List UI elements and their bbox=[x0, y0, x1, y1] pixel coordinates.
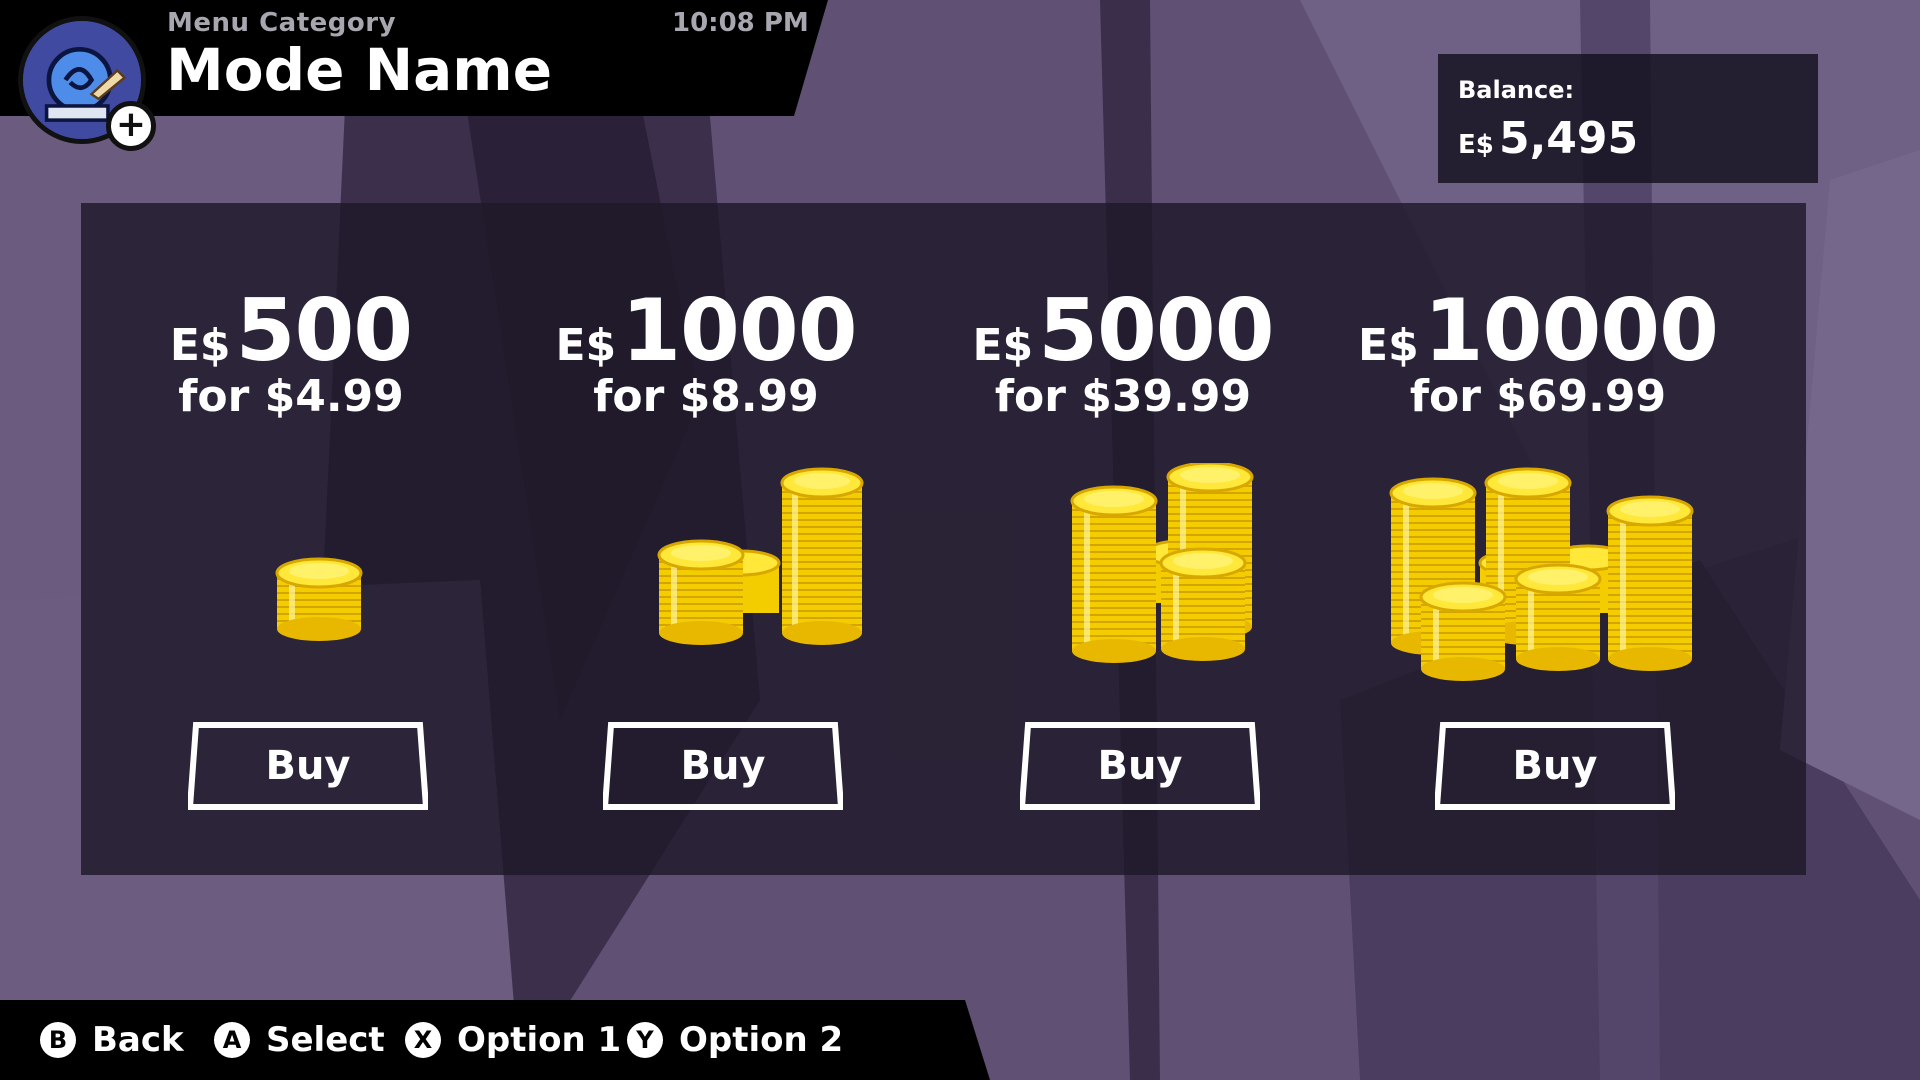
offer-amount: E$ 5000 bbox=[913, 281, 1333, 381]
offer-price: for $4.99 bbox=[178, 371, 404, 422]
coin-pile-huge-icon bbox=[1389, 467, 1694, 681]
offer-currency: E$ bbox=[555, 320, 617, 371]
select-label: Select bbox=[266, 1020, 385, 1060]
balance-box: Balance: E$ 5,495 bbox=[1438, 54, 1818, 183]
buy-button[interactable]: Buy bbox=[1020, 721, 1260, 811]
balance-value: E$ 5,495 bbox=[1458, 113, 1638, 164]
offer-currency: E$ bbox=[169, 320, 231, 371]
buy-button[interactable]: Buy bbox=[188, 721, 428, 811]
plus-icon[interactable]: + bbox=[106, 101, 156, 151]
a-button-icon: A bbox=[214, 1022, 250, 1058]
balance-currency: E$ bbox=[1458, 130, 1494, 160]
option-2-hint[interactable]: Y Option 2 bbox=[627, 1020, 843, 1060]
select-hint[interactable]: A Select bbox=[214, 1020, 385, 1060]
buy-button-label: Buy bbox=[1097, 743, 1183, 789]
offer-card: E$ 1000 for $8.99 Buy bbox=[496, 203, 916, 875]
clock-time: 10:08 PM bbox=[672, 8, 809, 38]
buy-button-label: Buy bbox=[680, 743, 766, 789]
offer-card: E$ 10000 for $69.99 Buy bbox=[1328, 203, 1748, 875]
option-1-hint[interactable]: X Option 1 bbox=[405, 1020, 621, 1060]
offer-amount: E$ 500 bbox=[81, 281, 501, 381]
store-panel: E$ 500 for $4.99 Buy E$ 1000 for $8.99 B… bbox=[81, 203, 1806, 875]
balance-amount: 5,495 bbox=[1498, 113, 1639, 164]
page-title: Mode Name bbox=[166, 36, 553, 104]
offer-value: 10000 bbox=[1423, 281, 1719, 381]
balance-label: Balance: bbox=[1458, 76, 1575, 104]
option-1-label: Option 1 bbox=[457, 1020, 622, 1060]
x-button-icon: X bbox=[405, 1022, 441, 1058]
offer-price: for $69.99 bbox=[1409, 371, 1667, 422]
offer-amount: E$ 10000 bbox=[1328, 281, 1748, 381]
y-button-icon: Y bbox=[627, 1022, 663, 1058]
coin-stack-small-icon bbox=[275, 557, 363, 641]
offer-amount: E$ 1000 bbox=[496, 281, 916, 381]
offer-price: for $8.99 bbox=[593, 371, 819, 422]
buy-button[interactable]: Buy bbox=[603, 721, 843, 811]
option-2-label: Option 2 bbox=[679, 1020, 844, 1060]
footer-hint-bar: B Back A Select X Option 1 Y Option 2 bbox=[0, 1000, 990, 1080]
buy-button-label: Buy bbox=[1512, 743, 1598, 789]
offer-card: E$ 5000 for $39.99 Buy bbox=[913, 203, 1333, 875]
offer-card: E$ 500 for $4.99 Buy bbox=[81, 203, 501, 875]
coin-pile-large-icon bbox=[1070, 463, 1254, 663]
offer-value: 5000 bbox=[1038, 281, 1274, 381]
buy-button[interactable]: Buy bbox=[1435, 721, 1675, 811]
offer-currency: E$ bbox=[972, 320, 1034, 371]
back-label: Back bbox=[92, 1020, 184, 1060]
b-button-icon: B bbox=[40, 1022, 76, 1058]
menu-category: Menu Category bbox=[167, 8, 397, 38]
offer-price: for $39.99 bbox=[994, 371, 1252, 422]
offer-currency: E$ bbox=[1358, 320, 1419, 371]
offer-value: 500 bbox=[235, 281, 414, 381]
buy-button-label: Buy bbox=[265, 743, 351, 789]
offer-value: 1000 bbox=[621, 281, 857, 381]
coin-stack-medium-icon bbox=[657, 467, 864, 645]
back-hint[interactable]: B Back bbox=[40, 1020, 184, 1060]
